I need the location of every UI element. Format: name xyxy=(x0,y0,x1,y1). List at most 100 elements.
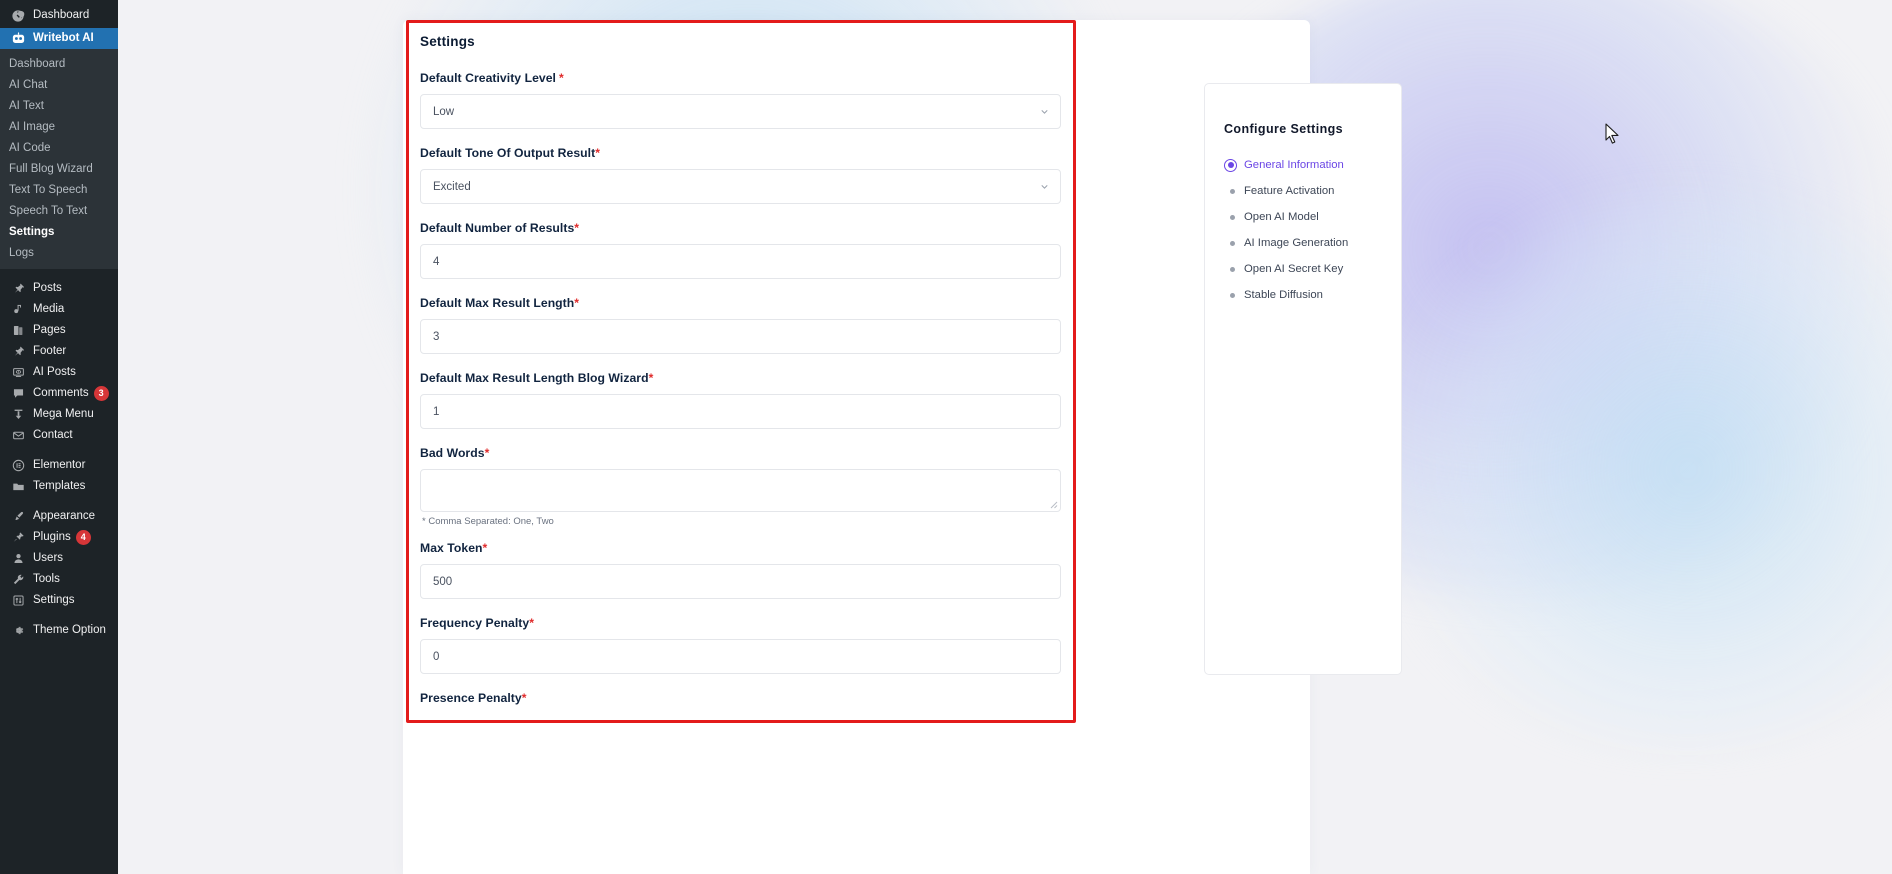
submenu-item-dashboard[interactable]: Dashboard xyxy=(0,53,118,74)
resize-handle-icon[interactable] xyxy=(1049,500,1058,509)
sidebar-item-footer[interactable]: Footer xyxy=(0,341,118,362)
sidebar-item-writebot-ai[interactable]: Writebot AI xyxy=(0,28,118,49)
configure-item-ai-image-generation[interactable]: AI Image Generation xyxy=(1224,230,1401,256)
sidebar-item-label: Tools xyxy=(33,573,60,585)
label-text: Max Token xyxy=(420,541,483,555)
submenu-item-ai-code[interactable]: AI Code xyxy=(0,137,118,158)
select-value: Excited xyxy=(433,180,471,193)
default-max-result-length-blog-wizard-input[interactable]: 1 xyxy=(420,394,1061,429)
submenu-item-ai-image[interactable]: AI Image xyxy=(0,116,118,137)
submenu-item-settings[interactable]: Settings xyxy=(0,221,118,242)
field-default-max-result-length: Default Max Result Length* 3 xyxy=(420,296,1065,354)
sidebar-item-elementor[interactable]: Elementor xyxy=(0,455,118,476)
bullet-dot-icon xyxy=(1230,240,1235,246)
submenu-item-ai-text[interactable]: AI Text xyxy=(0,95,118,116)
required-asterisk: * xyxy=(484,446,490,460)
sidebar-item-templates[interactable]: Templates xyxy=(0,476,118,497)
frequency-penalty-input[interactable]: 0 xyxy=(420,639,1061,674)
configure-item-label: Open AI Secret Key xyxy=(1244,263,1344,275)
sidebar-item-comments[interactable]: Comments 3 xyxy=(0,383,118,404)
label-text: Default Creativity Level xyxy=(420,71,556,85)
media-icon xyxy=(9,301,27,319)
settings-form: Settings Default Creativity Level * Low D… xyxy=(420,34,1065,714)
input-value: 3 xyxy=(433,330,440,343)
configure-item-feature-activation[interactable]: Feature Activation xyxy=(1224,178,1401,204)
sidebar-separator xyxy=(0,269,118,278)
configure-settings-title: Configure Settings xyxy=(1224,122,1344,136)
field-default-creativity-level: Default Creativity Level * Low xyxy=(420,71,1065,129)
wp-admin-sidebar: Dashboard Writebot AI Dashboard AI Chat … xyxy=(0,0,118,874)
sidebar-separator xyxy=(0,497,118,506)
sidebar-item-ai-posts[interactable]: AI Posts xyxy=(0,362,118,383)
default-max-result-length-input[interactable]: 3 xyxy=(420,319,1061,354)
sidebar-item-label: Elementor xyxy=(33,459,86,471)
sidebar-item-mega-menu[interactable]: Mega Menu xyxy=(0,404,118,425)
configure-item-label: Stable Diffusion xyxy=(1244,289,1323,301)
field-label: Default Max Result Length* xyxy=(420,296,1065,310)
sidebar-item-pages[interactable]: Pages xyxy=(0,320,118,341)
field-frequency-penalty: Frequency Penalty* 0 xyxy=(420,616,1065,674)
input-value: 1 xyxy=(433,405,440,418)
bullet-dot-icon xyxy=(1230,188,1235,194)
download-icon xyxy=(9,406,27,424)
label-text: Default Number of Results xyxy=(420,221,575,235)
sidebar-item-users[interactable]: Users xyxy=(0,548,118,569)
sidebar-item-label: Writebot AI xyxy=(33,32,94,44)
submenu-item-full-blog-wizard[interactable]: Full Blog Wizard xyxy=(0,158,118,179)
dashboard-icon xyxy=(9,7,27,25)
sidebar-item-plugins[interactable]: Plugins 4 xyxy=(0,527,118,548)
sidebar-item-tools[interactable]: Tools xyxy=(0,569,118,590)
sidebar-item-label: AI Posts xyxy=(33,366,76,378)
required-asterisk: * xyxy=(574,296,580,310)
default-creativity-level-select[interactable]: Low xyxy=(420,94,1061,129)
sidebar-item-theme-option[interactable]: Theme Option xyxy=(0,620,118,641)
envelope-icon xyxy=(9,427,27,445)
submenu-item-text-to-speech[interactable]: Text To Speech xyxy=(0,179,118,200)
sidebar-item-contact[interactable]: Contact xyxy=(0,425,118,446)
default-number-of-results-input[interactable]: 4 xyxy=(420,244,1061,279)
mouse-cursor-icon xyxy=(1605,123,1620,149)
page-title: Settings xyxy=(420,34,475,49)
sidebar-item-posts[interactable]: Posts xyxy=(0,278,118,299)
field-label: Default Creativity Level * xyxy=(420,71,1065,85)
label-text: Default Tone Of Output Result xyxy=(420,146,596,160)
required-asterisk: * xyxy=(521,691,527,705)
bad-words-textarea[interactable] xyxy=(420,469,1061,512)
brush-icon xyxy=(9,508,27,526)
radio-selected-icon xyxy=(1224,158,1237,172)
field-label: Default Max Result Length Blog Wizard* xyxy=(420,371,1065,385)
sidebar-item-label: Templates xyxy=(33,480,86,492)
wrench-icon xyxy=(9,571,27,589)
configure-item-stable-diffusion[interactable]: Stable Diffusion xyxy=(1224,282,1401,308)
elementor-icon xyxy=(9,457,27,475)
label-text: Bad Words xyxy=(420,446,485,460)
pin-icon xyxy=(9,280,27,298)
configure-item-label: Open AI Model xyxy=(1244,211,1319,223)
submenu-item-logs[interactable]: Logs xyxy=(0,242,118,263)
user-icon xyxy=(9,550,27,568)
sidebar-item-media[interactable]: Media xyxy=(0,299,118,320)
submenu-item-ai-chat[interactable]: AI Chat xyxy=(0,74,118,95)
field-label: Presence Penalty* xyxy=(420,691,1065,705)
sidebar-item-settings[interactable]: Settings xyxy=(0,590,118,611)
configure-item-open-ai-secret-key[interactable]: Open AI Secret Key xyxy=(1224,256,1401,282)
configure-item-general-information[interactable]: General Information xyxy=(1224,152,1401,178)
sidebar-item-label: Dashboard xyxy=(33,9,90,21)
sidebar-item-label: Settings xyxy=(33,594,75,606)
writebot-submenu: Dashboard AI Chat AI Text AI Image AI Co… xyxy=(0,49,118,269)
label-text: Default Max Result Length xyxy=(420,296,575,310)
max-token-input[interactable]: 500 xyxy=(420,564,1061,599)
default-tone-of-output-result-select[interactable]: Excited xyxy=(420,169,1061,204)
folder-icon xyxy=(9,478,27,496)
submenu-item-speech-to-text[interactable]: Speech To Text xyxy=(0,200,118,221)
pin-icon xyxy=(9,343,27,361)
main-stage: Settings Default Creativity Level * Low D… xyxy=(118,0,1892,874)
configure-item-open-ai-model[interactable]: Open AI Model xyxy=(1224,204,1401,230)
sidebar-item-appearance[interactable]: Appearance xyxy=(0,506,118,527)
field-max-token: Max Token* 500 xyxy=(420,541,1065,599)
sidebar-item-dashboard[interactable]: Dashboard xyxy=(0,3,118,28)
field-label: Default Tone Of Output Result* xyxy=(420,146,1065,160)
configure-item-label: AI Image Generation xyxy=(1244,237,1349,249)
field-label: Frequency Penalty* xyxy=(420,616,1065,630)
sidebar-item-label: Media xyxy=(33,303,65,315)
